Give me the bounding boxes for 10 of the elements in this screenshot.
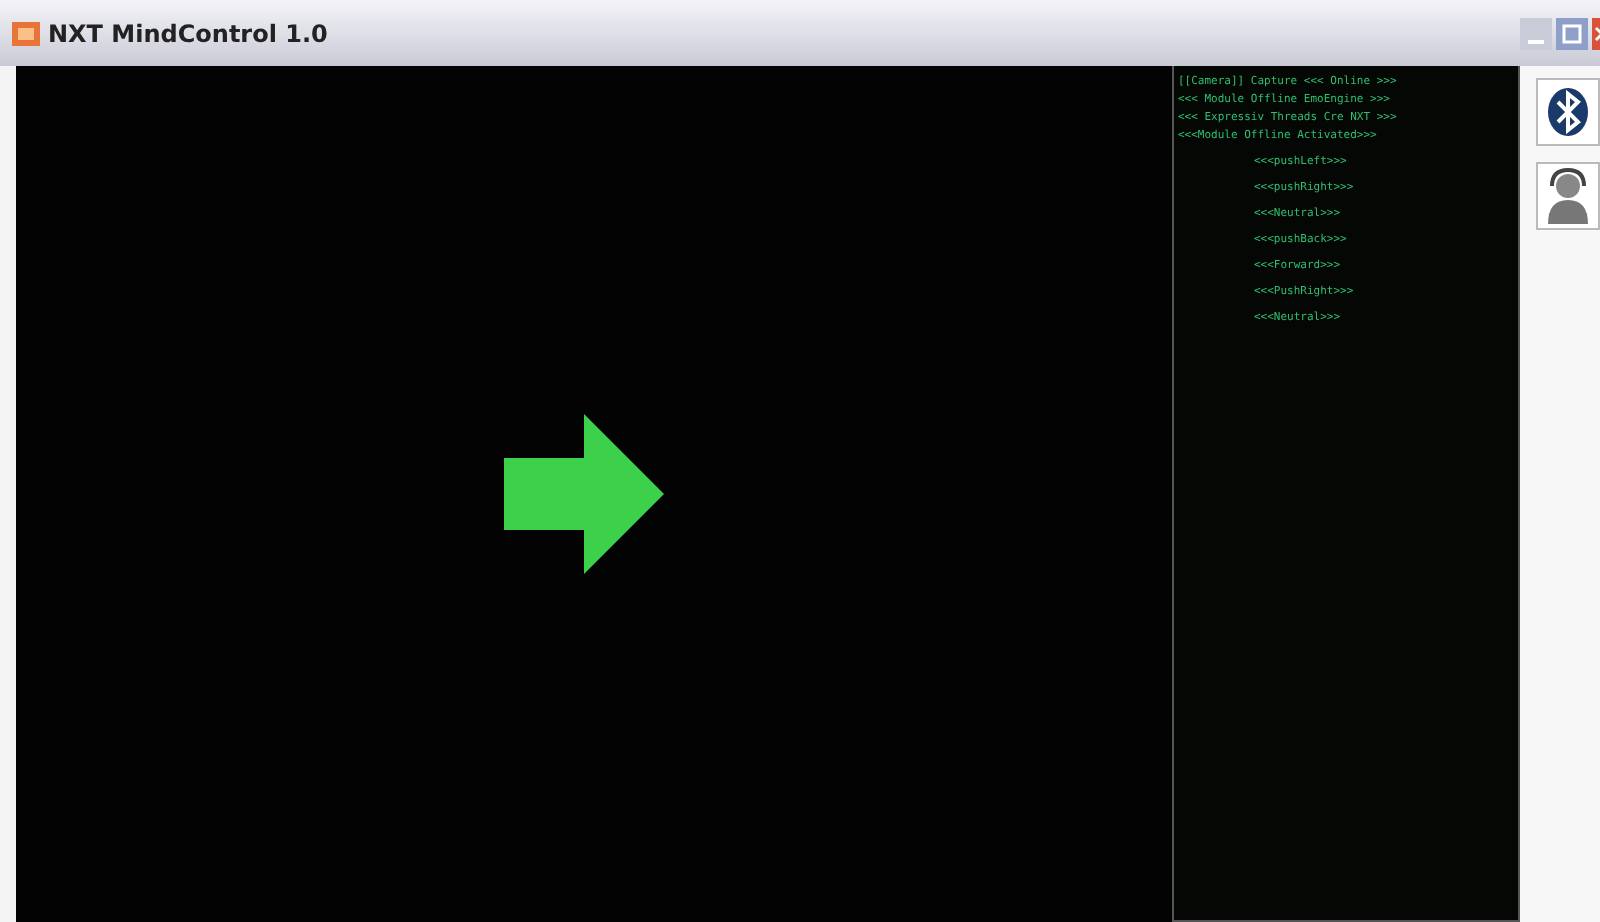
minimize-icon	[1528, 39, 1544, 43]
headset-user-button[interactable]	[1536, 162, 1600, 230]
window-title: NXT MindControl 1.0	[48, 19, 328, 47]
maximize-icon	[1562, 23, 1582, 43]
headset-person-icon	[1544, 168, 1592, 224]
bluetooth-button[interactable]	[1536, 78, 1600, 146]
right-arrow-icon	[504, 414, 664, 574]
app-icon	[12, 21, 40, 45]
maximize-button[interactable]	[1556, 17, 1588, 49]
bluetooth-icon	[1546, 86, 1590, 138]
